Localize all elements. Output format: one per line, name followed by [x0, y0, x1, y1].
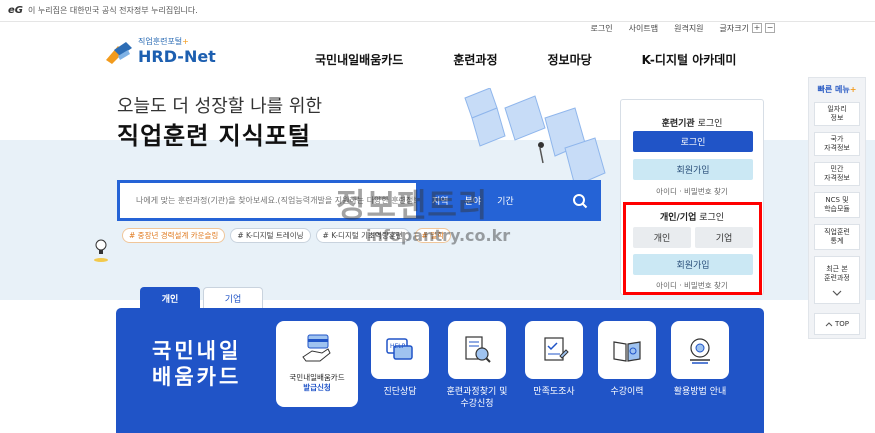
egov-logo-icon: eG: [8, 5, 23, 16]
search-button[interactable]: [562, 183, 598, 218]
search-filter-period[interactable]: 기간: [497, 194, 514, 207]
learning-card-title: 국민내일 배움카드: [152, 339, 242, 389]
open-book-icon: [613, 341, 641, 362]
institution-login-button[interactable]: 로그인: [633, 131, 753, 152]
course-history-button[interactable]: [598, 321, 656, 379]
main-nav: 국민내일배움카드 훈련과정 정보마당 K-디지털 아카데미: [315, 51, 736, 68]
font-size-plus-button[interactable]: +: [752, 23, 762, 33]
hrd-net-logo[interactable]: 직업훈련포털+ HRD-Net: [104, 36, 224, 66]
chevron-down-icon: [832, 290, 842, 296]
tab-corporate[interactable]: 기업: [203, 287, 263, 309]
card-hand-icon: [302, 334, 331, 362]
util-remote-support-link[interactable]: 원격지원: [674, 23, 703, 34]
tab-personal[interactable]: 개인: [140, 287, 200, 309]
quick-menu-title: 빠른 메뉴+: [817, 85, 857, 94]
gov-notice-text: 이 누리집은 대한민국 공식 전자정부 누리집입니다.: [28, 6, 198, 15]
quick-training-stats[interactable]: 직업훈련 통계: [814, 224, 860, 250]
font-size-minus-button[interactable]: −: [765, 23, 775, 33]
quick-menu: 빠른 메뉴+ 일자리 정보 국가 자격정보 민간 자격정보 NCS 및 학습모듈…: [808, 77, 866, 339]
hero-subtitle: 오늘도 더 성장할 나를 위한: [117, 96, 323, 117]
document-search-icon: [465, 336, 491, 363]
nav-training-courses[interactable]: 훈련과정: [453, 51, 497, 68]
quick-national-cert[interactable]: 국가 자격정보: [814, 132, 860, 156]
usage-guide-label: 활용방법 안내: [673, 387, 727, 397]
institution-login-title: 훈련기관 로그인: [661, 119, 723, 129]
font-size-control: 글자크기 + −: [720, 23, 775, 34]
user-type-tabs: 개인 기업: [140, 287, 263, 309]
hrd-logo-icon: [106, 42, 132, 64]
svg-text:HELP: HELP: [390, 343, 406, 350]
font-size-label: 글자크기: [719, 23, 749, 33]
course-search-button[interactable]: [448, 321, 506, 379]
search-icon: [573, 193, 588, 208]
consulting-button[interactable]: HELP: [371, 321, 429, 379]
lightbulb-icon: [94, 239, 108, 262]
gov-notice-bar: eG 이 누리집은 대한민국 공식 전자정부 누리집입니다.: [0, 0, 875, 22]
usage-guide-button[interactable]: [671, 321, 729, 379]
util-login-link[interactable]: 로그인: [591, 23, 613, 34]
highlight-box: [623, 202, 762, 295]
utility-links: 로그인 사이트맵 원격지원 글자크기 + −: [591, 22, 775, 34]
quick-job-info[interactable]: 일자리 정보: [814, 102, 860, 126]
logo-title: HRD-Net: [138, 47, 216, 66]
hrd-3d-decoration-icon: [464, 88, 606, 187]
gear-book-icon: [690, 338, 710, 364]
chevron-up-icon: [825, 321, 833, 326]
scroll-top-button[interactable]: TOP: [814, 313, 860, 335]
nav-learning-card[interactable]: 국민내일배움카드: [315, 51, 403, 68]
tag-midcareer-counseling[interactable]: # 중장년 경력설계 카운슬링: [122, 228, 226, 243]
util-sitemap-link[interactable]: 사이트맵: [629, 23, 658, 34]
quick-ncs-module[interactable]: NCS 및 학습모듈: [814, 192, 860, 218]
tag-k-digital-training[interactable]: # K-디지털 트레이닝: [230, 228, 311, 243]
watermark-text: 정보팬트리: [336, 186, 489, 224]
watermark-url: infopantry.co.kr: [366, 226, 511, 245]
nav-k-digital-academy[interactable]: K-디지털 아카데미: [642, 51, 737, 68]
learning-card-panel: 국민내일 배움카드 국민내일배움카드 발급신청 HELP 진단상담 훈련과정찾기: [116, 308, 764, 433]
institution-find-account-link[interactable]: 아이디 · 비밀번호 찾기: [621, 186, 763, 197]
card-apply-button[interactable]: 국민내일배움카드 발급신청: [276, 321, 358, 407]
satisfaction-survey-button[interactable]: [525, 321, 583, 379]
survey-icon: [544, 337, 569, 361]
nav-info-square[interactable]: 정보마당: [548, 51, 592, 68]
logo-subtitle: 직업훈련포털+: [138, 37, 189, 46]
card-apply-label: 국민내일배움카드 발급신청: [289, 373, 345, 392]
quick-private-cert[interactable]: 민간 자격정보: [814, 162, 860, 186]
hero-title: 직업훈련 지식포털: [117, 122, 311, 150]
institution-signup-button[interactable]: 회원가입: [633, 159, 753, 180]
quick-recent-courses[interactable]: 최근 본 훈련과정: [814, 256, 860, 304]
chat-bubble-icon: HELP: [386, 338, 413, 360]
